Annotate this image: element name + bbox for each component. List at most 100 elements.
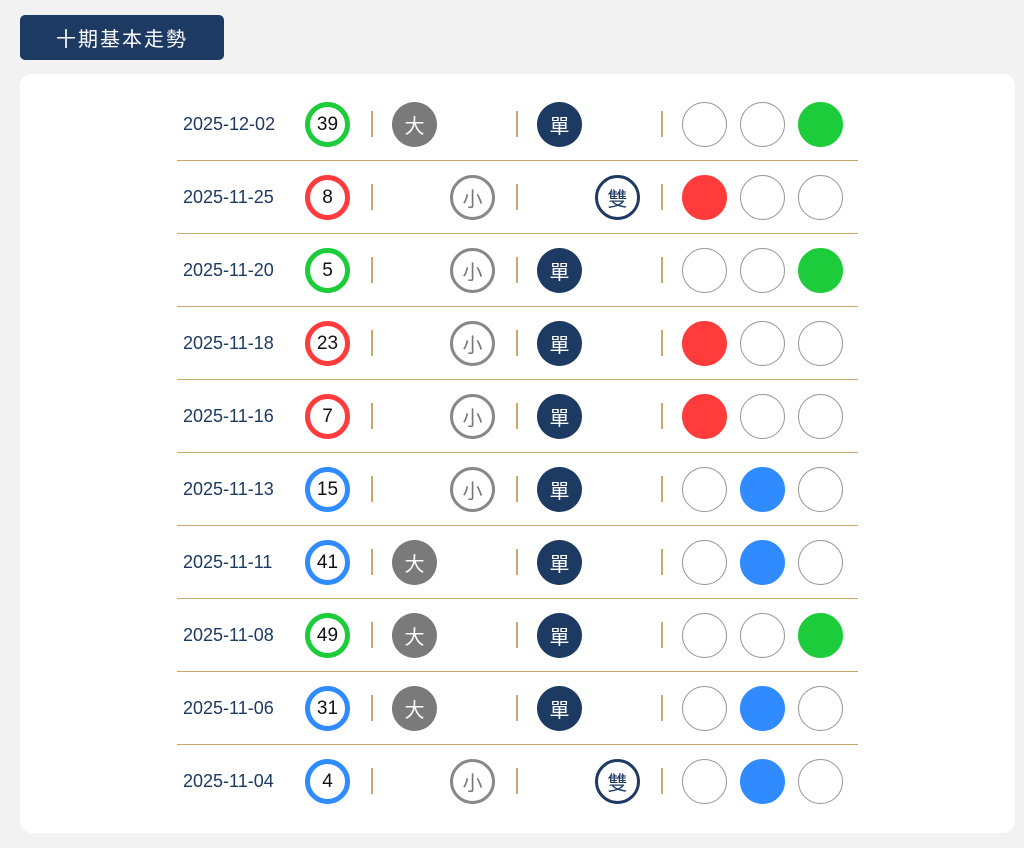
trend-row: 2025-12-02 39 大 單 xyxy=(177,88,858,161)
column-divider xyxy=(661,768,663,794)
green-color-indicator xyxy=(798,613,843,658)
column-divider xyxy=(371,403,373,429)
red-color-indicator xyxy=(682,467,727,512)
even-badge: 雙 xyxy=(595,759,640,804)
small-badge: 小 xyxy=(450,759,495,804)
column-divider xyxy=(661,476,663,502)
draw-date: 2025-11-08 xyxy=(183,625,274,645)
trend-panel: 2025-12-02 39 大單 2025-11-25 8 小雙 2025-11-20 5 小單… xyxy=(20,74,1015,833)
number-ball: 5 xyxy=(305,248,350,293)
green-color-indicator xyxy=(798,102,843,147)
column-divider xyxy=(661,549,663,575)
column-divider xyxy=(661,403,663,429)
trend-row: 2025-11-20 5 小單 xyxy=(177,234,858,307)
red-color-indicator xyxy=(682,321,727,366)
column-divider xyxy=(516,184,518,210)
number-ball: 7 xyxy=(305,394,350,439)
big-badge: 大 xyxy=(392,540,437,585)
column-divider xyxy=(371,695,373,721)
column-divider xyxy=(371,257,373,283)
blue-color-indicator xyxy=(740,248,785,293)
red-color-indicator xyxy=(682,759,727,804)
column-divider xyxy=(371,330,373,356)
column-divider xyxy=(516,695,518,721)
column-divider xyxy=(516,257,518,283)
draw-date: 2025-11-11 xyxy=(183,552,273,572)
column-divider xyxy=(516,622,518,648)
draw-date: 2025-11-25 xyxy=(183,187,274,207)
odd-badge: 單 xyxy=(537,467,582,512)
red-color-indicator xyxy=(682,248,727,293)
odd-badge: 單 xyxy=(537,248,582,293)
small-badge: 小 xyxy=(450,467,495,512)
column-divider xyxy=(371,768,373,794)
column-divider xyxy=(371,476,373,502)
draw-date: 2025-11-16 xyxy=(183,406,274,426)
big-badge: 大 xyxy=(392,686,437,731)
blue-color-indicator xyxy=(740,540,785,585)
odd-badge: 單 xyxy=(537,102,582,147)
column-divider xyxy=(516,111,518,137)
blue-color-indicator xyxy=(740,321,785,366)
green-color-indicator xyxy=(798,467,843,512)
number-ball: 8 xyxy=(305,175,350,220)
column-divider xyxy=(661,111,663,137)
draw-date: 2025-11-18 xyxy=(183,333,274,353)
odd-badge: 單 xyxy=(537,321,582,366)
green-color-indicator xyxy=(798,248,843,293)
number-ball: 39 xyxy=(305,102,350,147)
red-color-indicator xyxy=(682,686,727,731)
number-ball: 4 xyxy=(305,759,350,804)
green-color-indicator xyxy=(798,394,843,439)
big-badge: 大 xyxy=(392,102,437,147)
column-divider xyxy=(516,549,518,575)
odd-badge: 單 xyxy=(537,686,582,731)
odd-badge: 單 xyxy=(537,394,582,439)
column-divider xyxy=(371,111,373,137)
odd-badge: 單 xyxy=(537,540,582,585)
number-ball: 15 xyxy=(305,467,350,512)
trend-row: 2025-11-04 4 小 雙 xyxy=(177,745,858,818)
blue-color-indicator xyxy=(740,467,785,512)
even-badge: 雙 xyxy=(595,175,640,220)
red-color-indicator xyxy=(682,540,727,585)
column-divider xyxy=(661,330,663,356)
trend-row: 2025-11-13 15 小單 xyxy=(177,453,858,526)
small-badge: 小 xyxy=(450,321,495,366)
green-color-indicator xyxy=(798,540,843,585)
blue-color-indicator xyxy=(740,686,785,731)
small-badge: 小 xyxy=(450,394,495,439)
column-divider xyxy=(371,622,373,648)
trend-rows: 2025-12-02 39 大單 2025-11-25 8 小雙 2025-11-20 5 小單… xyxy=(177,88,858,818)
red-color-indicator xyxy=(682,102,727,147)
green-color-indicator xyxy=(798,321,843,366)
blue-color-indicator xyxy=(740,394,785,439)
trend-row: 2025-11-25 8 小 雙 xyxy=(177,161,858,234)
draw-date: 2025-12-02 xyxy=(183,114,276,134)
blue-color-indicator xyxy=(740,613,785,658)
column-divider xyxy=(371,184,373,210)
draw-date: 2025-11-20 xyxy=(183,260,274,280)
odd-badge: 單 xyxy=(537,613,582,658)
red-color-indicator xyxy=(682,613,727,658)
green-color-indicator xyxy=(798,686,843,731)
number-ball: 31 xyxy=(305,686,350,731)
column-divider xyxy=(516,330,518,356)
blue-color-indicator xyxy=(740,759,785,804)
column-divider xyxy=(516,768,518,794)
number-ball: 49 xyxy=(305,613,350,658)
column-divider xyxy=(661,257,663,283)
draw-date: 2025-11-04 xyxy=(183,771,274,791)
red-color-indicator xyxy=(682,175,727,220)
trend-row: 2025-11-18 23 小單 xyxy=(177,307,858,380)
trend-row: 2025-11-06 31 大 單 xyxy=(177,672,858,745)
column-divider xyxy=(371,549,373,575)
number-ball: 41 xyxy=(305,540,350,585)
trend-row: 2025-11-11 41 大 單 xyxy=(177,526,858,599)
blue-color-indicator xyxy=(740,102,785,147)
number-ball: 23 xyxy=(305,321,350,366)
column-divider xyxy=(661,695,663,721)
column-divider xyxy=(516,476,518,502)
trend-row: 2025-11-08 49 大 單 xyxy=(177,599,858,672)
draw-date: 2025-11-13 xyxy=(183,479,274,499)
